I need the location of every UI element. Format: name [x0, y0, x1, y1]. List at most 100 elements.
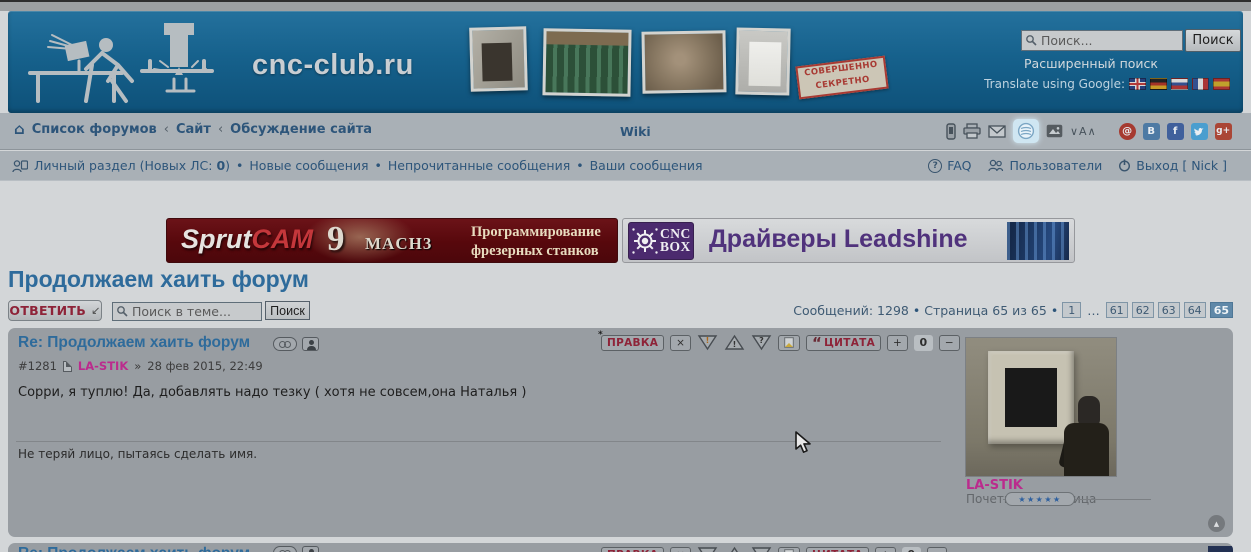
breadcrumb-forum-index[interactable]: Список форумов — [32, 122, 157, 137]
author-posts-icon[interactable] — [302, 546, 319, 552]
permalink-icon[interactable] — [273, 546, 297, 552]
twitter-share-icon[interactable] — [1190, 122, 1208, 140]
warn-user-icon[interactable] — [724, 546, 745, 552]
cncbox-banner[interactable]: CNC BOX Драйверы Leadshine — [622, 218, 1075, 263]
facebook-share-icon[interactable]: f — [1166, 122, 1184, 140]
navbar-breadcrumb-row: ⌂ Список форумов ‹ Сайт ‹ Обсуждение сай… — [0, 113, 1251, 150]
permalink-icon[interactable] — [273, 337, 297, 351]
quote-button[interactable]: ЦИТАТА — [805, 546, 869, 552]
faq-link[interactable]: FAQ — [947, 158, 971, 173]
members-link[interactable]: Пользователи — [1009, 158, 1102, 173]
image-attachments-icon[interactable] — [1046, 124, 1063, 138]
separator-bullet: • — [1050, 302, 1059, 318]
flag-germany-icon[interactable] — [1150, 78, 1167, 90]
flag-spain-icon[interactable] — [1213, 78, 1230, 90]
author-posts-icon[interactable] — [302, 337, 319, 351]
leadshine-caption: Драйверы Leadshine — [709, 225, 968, 253]
quote-label: ЦИТАТА — [824, 336, 876, 349]
logout-icon — [1119, 159, 1131, 172]
user-card-icon — [12, 159, 28, 172]
googleplus-share-icon[interactable]: g+ — [1214, 122, 1232, 140]
like-button[interactable]: + — [887, 334, 908, 351]
signature-divider — [16, 441, 941, 442]
topic-search-input[interactable] — [112, 302, 262, 321]
header-toolbar-icons: ∨A∧ @ B f g+ — [946, 118, 1232, 144]
breadcrumb-site-discussion[interactable]: Обсуждение сайта — [230, 122, 372, 137]
header-search — [1021, 30, 1183, 51]
post-title-icons — [273, 546, 319, 552]
post-number[interactable]: #1281 — [18, 359, 57, 373]
photo-thumbnail-chamber[interactable] — [469, 26, 528, 92]
advanced-search-link[interactable]: Расширенный поиск — [1024, 56, 1158, 71]
site-title[interactable]: cnc-club.ru — [252, 49, 414, 82]
edit-button[interactable]: ПРАВКА — [601, 546, 665, 552]
breadcrumb-site[interactable]: Сайт — [176, 122, 211, 137]
flag-uk-icon[interactable] — [1129, 78, 1146, 90]
personal-section-link[interactable]: Личный раздел (Новых ЛС: 0) — [34, 158, 230, 173]
home-icon[interactable]: ⌂ — [14, 122, 25, 137]
photo-thumbnail-pcb-boards[interactable] — [542, 28, 632, 97]
like-button[interactable]: + — [874, 546, 896, 552]
print-icon[interactable] — [963, 123, 981, 139]
top-secret-stamp[interactable]: СОВЕРШЕННО СЕКРЕТНО — [795, 55, 889, 100]
topic-search-button[interactable]: Поиск — [265, 301, 310, 320]
new-posts-link[interactable]: Новые сообщения — [249, 158, 368, 173]
delete-button[interactable]: × — [670, 546, 691, 552]
dislike-button[interactable]: − — [938, 334, 960, 351]
email-icon[interactable] — [988, 124, 1006, 138]
dislike-button[interactable]: − — [926, 546, 948, 552]
report-post-icon[interactable]: ! — [697, 334, 718, 351]
font-size-icon[interactable]: ∨A∧ — [1070, 125, 1097, 138]
sprutcam-version: 9 — [327, 219, 345, 258]
page-link-64[interactable]: 64 — [1183, 302, 1206, 318]
vkontakte-share-icon[interactable]: B — [1142, 122, 1160, 140]
delete-button[interactable]: × — [670, 334, 691, 351]
post-title-link[interactable]: Re: Продолжаем хаить форум — [18, 545, 250, 552]
page-link-63[interactable]: 63 — [1157, 302, 1180, 318]
pencil-star-icon: * — [598, 329, 604, 340]
profile-username[interactable]: LA-STIK — [966, 478, 1023, 493]
cnc-club-logo-illustration[interactable] — [22, 21, 244, 107]
back-to-top-button[interactable]: ▲ — [1208, 515, 1225, 532]
report-post-icon[interactable] — [697, 546, 718, 552]
banner-caption: Программирование фрезерных станков — [471, 223, 601, 261]
mailru-share-icon[interactable]: @ — [1118, 122, 1136, 140]
topic-title[interactable]: Продолжаем хаить форум — [8, 266, 309, 293]
unread-posts-link[interactable]: Непрочитанные сообщения — [388, 158, 570, 173]
mobile-view-icon[interactable] — [946, 122, 956, 140]
quote-button[interactable]: “ЦИТАТА — [805, 334, 882, 351]
page-ellipsis: … — [1087, 302, 1100, 318]
photo-thumbnail-clay-part[interactable] — [641, 30, 727, 94]
feed-icon-highlighted[interactable] — [1013, 119, 1039, 143]
query-post-icon[interactable]: ? — [751, 334, 772, 351]
post-title-link[interactable]: Re: Продолжаем хаить форум — [18, 334, 250, 352]
date-separator: » — [134, 359, 142, 373]
page-link-1[interactable]: 1 — [1062, 302, 1082, 318]
query-post-icon[interactable] — [751, 546, 772, 552]
page-info: Страница 65 из 65 — [924, 302, 1047, 318]
warn-user-icon[interactable]: ! — [724, 334, 745, 351]
page-link-61[interactable]: 61 — [1105, 302, 1128, 318]
reply-button[interactable]: ОТВЕТИТЬ ↙ — [8, 300, 102, 321]
reply-arrow-icon: ↙ — [91, 304, 101, 317]
search-input[interactable] — [1021, 30, 1183, 51]
brand-cam: CAM — [251, 224, 314, 254]
your-posts-link[interactable]: Ваши сообщения — [590, 158, 703, 173]
sprutcam-banner[interactable]: SprutCAM 9 MACH3 Программирование фрезер… — [166, 218, 618, 263]
logout-link[interactable]: Выход [ Nick ] — [1136, 158, 1227, 173]
information-icon[interactable] — [777, 546, 800, 552]
breadcrumb: ⌂ Список форумов ‹ Сайт ‹ Обсуждение сай… — [14, 122, 372, 138]
photo-thumbnail-frame-machine[interactable] — [735, 27, 791, 96]
edit-button[interactable]: * ПРАВКА — [598, 330, 665, 351]
translate-label: Translate using Google: — [984, 77, 1125, 91]
search-button[interactable]: Поиск — [1185, 29, 1241, 52]
wiki-link[interactable]: Wiki — [620, 124, 651, 139]
gear-icon — [632, 228, 658, 254]
flag-russia-icon[interactable] — [1171, 78, 1188, 90]
page-current-65[interactable]: 65 — [1209, 302, 1233, 318]
flag-france-icon[interactable] — [1192, 78, 1209, 90]
page-link-62[interactable]: 62 — [1131, 302, 1154, 318]
information-icon[interactable] — [777, 334, 800, 351]
post-author-link[interactable]: LA-STIK — [78, 359, 128, 373]
post-count: Сообщений: 1298 — [793, 302, 909, 318]
